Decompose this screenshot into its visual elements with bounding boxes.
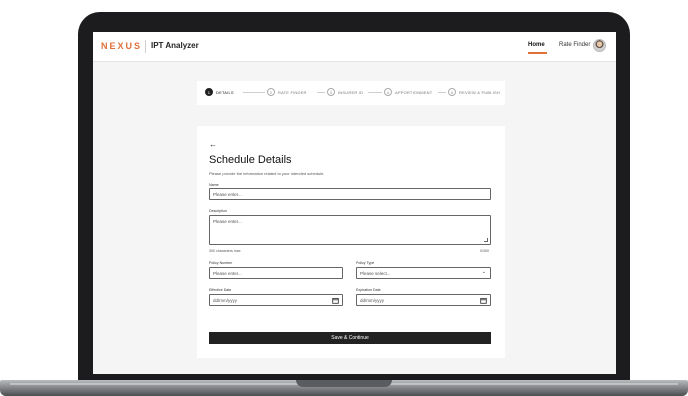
- policy-type-placeholder: Please select...: [360, 271, 391, 276]
- page-subtitle: Please provide the information related t…: [209, 171, 325, 176]
- step-number: 5: [448, 88, 456, 96]
- expiration-date-placeholder: dd/mm/yyyy: [360, 298, 385, 303]
- step-connector: [368, 92, 382, 93]
- app-screen: NEXUS IPT Analyzer Home Rate Finder 1 DE…: [93, 32, 616, 374]
- step-rate-finder[interactable]: 2 RATE FINDER: [267, 88, 307, 96]
- resize-handle-icon[interactable]: [484, 238, 488, 242]
- name-input[interactable]: Please enter...: [209, 188, 491, 200]
- step-review-publish[interactable]: 5 REVIEW & PUBLISH: [448, 88, 500, 96]
- step-connector: [317, 92, 325, 93]
- back-arrow-icon[interactable]: ←: [209, 140, 217, 149]
- app-name: IPT Analyzer: [151, 41, 199, 50]
- nexus-logo[interactable]: NEXUS: [101, 41, 142, 51]
- logo-divider: [145, 40, 146, 53]
- step-label: INSURER ID: [338, 89, 364, 95]
- effective-date-placeholder: dd/mm/yyyy: [213, 298, 238, 303]
- step-insurer-id[interactable]: 3 INSURER ID: [327, 88, 363, 96]
- user-avatar[interactable]: [593, 39, 606, 52]
- chevron-down-icon: ⌄: [481, 269, 486, 275]
- step-number: 4: [384, 88, 392, 96]
- expiration-date-input[interactable]: dd/mm/yyyy: [356, 294, 491, 306]
- char-limit-hint: 300 characters max: [209, 249, 241, 253]
- name-label: Name: [209, 183, 219, 187]
- calendar-icon[interactable]: [332, 297, 339, 304]
- schedule-details-card: ← Schedule Details Please provide the in…: [197, 126, 505, 358]
- step-label: DETAILS: [216, 89, 234, 95]
- char-counter: 0/300: [480, 249, 489, 253]
- effective-date-input[interactable]: dd/mm/yyyy: [209, 294, 343, 306]
- step-number: 1: [205, 88, 213, 96]
- step-connector: [438, 92, 446, 93]
- progress-stepper: 1 DETAILS 2 RATE FINDER 3 INSURER ID 4 A…: [197, 81, 505, 105]
- laptop-notch: [296, 380, 392, 387]
- description-placeholder: Please enter...: [213, 219, 242, 224]
- step-details[interactable]: 1 DETAILS: [205, 88, 234, 96]
- step-label: RATE FINDER: [278, 89, 307, 95]
- nav-home[interactable]: Home: [528, 42, 545, 48]
- policy-number-input[interactable]: Please enter...: [209, 267, 343, 279]
- step-number: 2: [267, 88, 275, 96]
- expiration-date-label: Expiration Date: [356, 288, 381, 292]
- name-placeholder: Please enter...: [213, 192, 242, 197]
- step-connector: [243, 92, 265, 93]
- description-label: Description: [209, 209, 227, 213]
- policy-number-label: Policy Number: [209, 261, 233, 265]
- step-label: APPORTIONMENT: [395, 89, 433, 95]
- nav-home-underline: [528, 52, 547, 54]
- page-title: Schedule Details: [209, 154, 292, 166]
- top-bar: NEXUS IPT Analyzer Home Rate Finder: [93, 32, 616, 62]
- save-continue-button[interactable]: Save & Continue: [209, 332, 491, 344]
- laptop-scene: NEXUS IPT Analyzer Home Rate Finder 1 DE…: [0, 0, 688, 396]
- step-apportionment[interactable]: 4 APPORTIONMENT: [384, 88, 432, 96]
- calendar-icon[interactable]: [480, 297, 487, 304]
- step-number: 3: [327, 88, 335, 96]
- effective-date-label: Effective Date: [209, 288, 232, 292]
- nav-rate-finder[interactable]: Rate Finder: [559, 42, 590, 48]
- description-textarea[interactable]: Please enter...: [209, 215, 491, 245]
- policy-number-placeholder: Please enter...: [213, 271, 242, 276]
- policy-type-label: Policy Type: [356, 261, 375, 265]
- policy-type-select[interactable]: Please select... ⌄: [356, 267, 491, 279]
- step-label: REVIEW & PUBLISH: [459, 89, 500, 95]
